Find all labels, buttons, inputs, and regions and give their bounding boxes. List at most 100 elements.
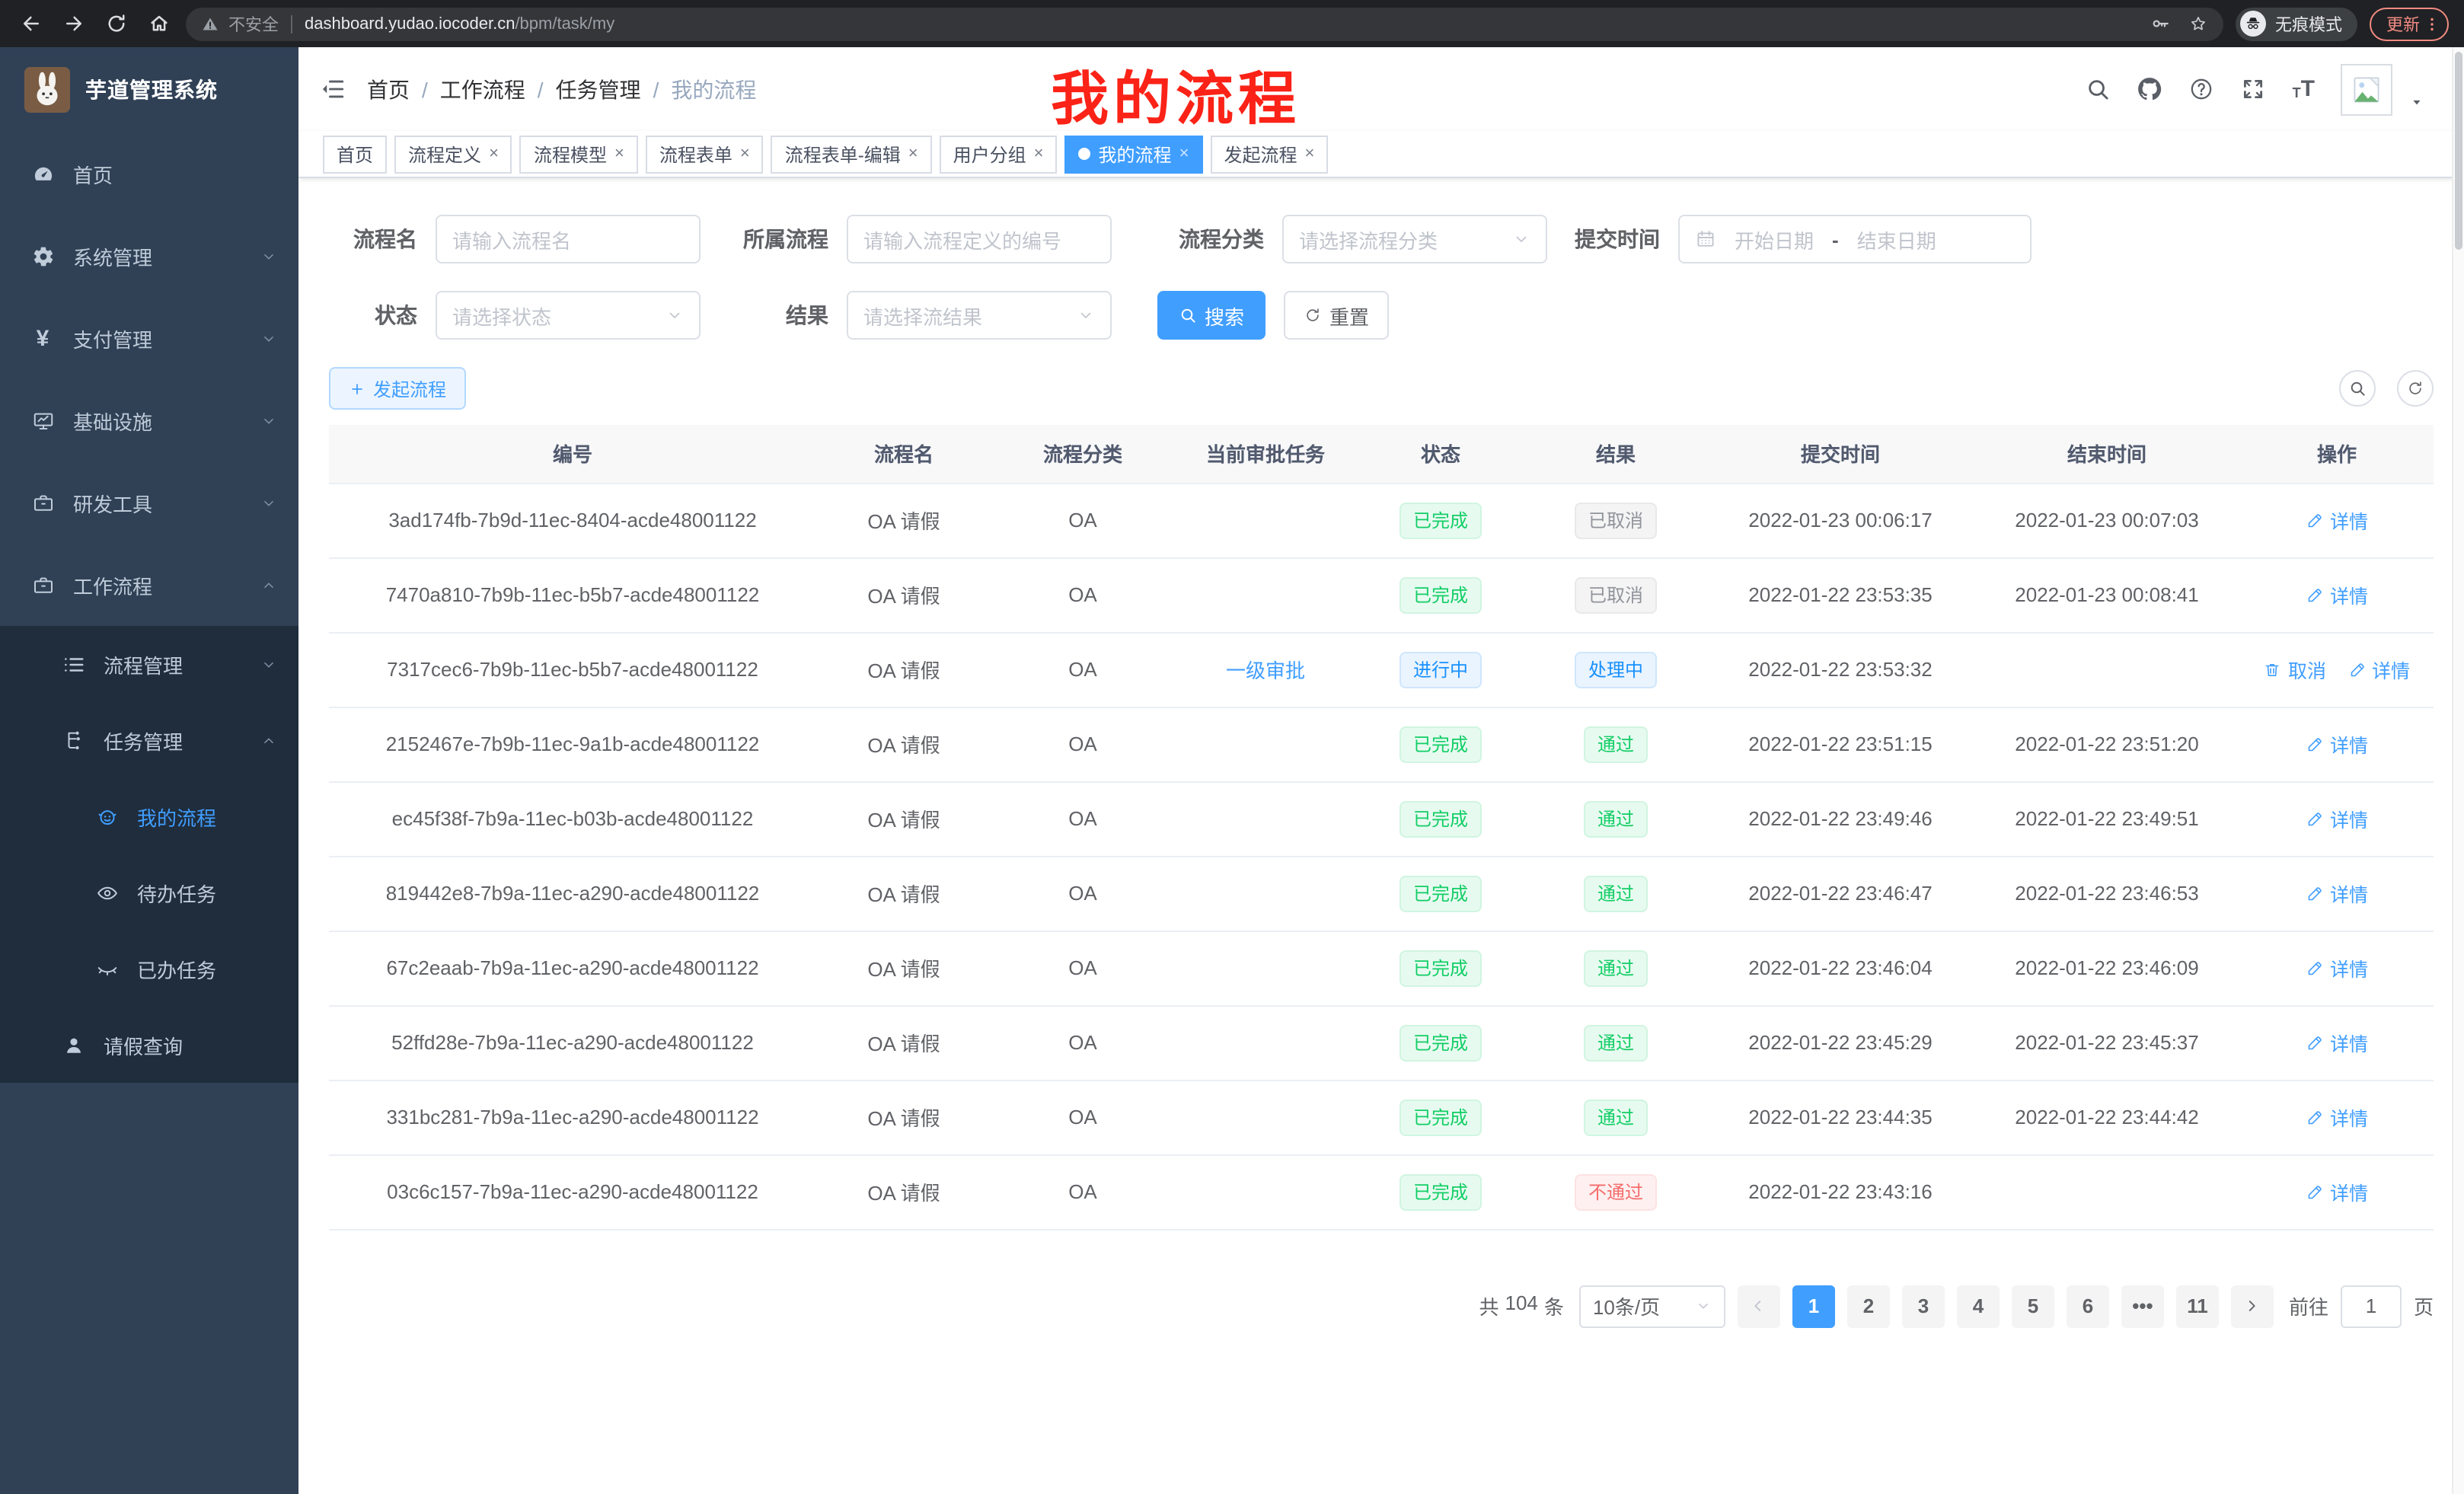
page-button-2[interactable]: 2 [1847,1285,1890,1327]
detail-action-link[interactable]: 详情 [2306,1177,2368,1206]
placeholder-text: 请输入流程定义的编号 [863,225,1095,254]
cancel-action-link[interactable]: 取消 [2264,655,2326,684]
tab-流程表单[interactable]: 流程表单× [646,135,764,173]
address-bar[interactable]: 不安全 dashboard.yudao.iocoder.cn/bpm/task/… [186,7,2223,40]
page-button-5[interactable]: 5 [2012,1285,2054,1327]
page-size-select[interactable]: 10条/页 [1579,1285,1725,1327]
select-input[interactable]: 请选择状态 [436,291,701,340]
tab-用户分组[interactable]: 用户分组× [940,135,1058,173]
close-icon[interactable]: × [1034,145,1044,163]
text-input[interactable]: 请输入流程名 [436,215,701,263]
detail-action-link[interactable]: 详情 [2306,580,2368,609]
page-button-1[interactable]: 1 [1792,1285,1835,1327]
back-icon[interactable] [15,8,46,39]
detail-action-link[interactable]: 详情 [2306,1103,2368,1132]
tab-label: 首页 [337,141,373,167]
reload-icon[interactable] [101,8,131,39]
hamburger-icon[interactable] [320,76,346,102]
page-button-4[interactable]: 4 [1957,1285,2000,1327]
next-page-button[interactable] [2231,1285,2274,1327]
sidebar-item-dev-tools[interactable]: 研发工具 [0,461,298,544]
breadcrumb: 首页/工作流程/任务管理/我的流程 [367,74,756,104]
detail-action-link[interactable]: 详情 [2306,879,2368,908]
search-button[interactable]: 搜索 [1157,291,1266,340]
star-icon[interactable] [2188,14,2208,34]
pagination-total: 共 104 条 [1479,1291,1563,1320]
sidebar-item-workflow[interactable]: 工作流程 [0,544,298,626]
app-logo[interactable]: 芋道管理系统 [0,47,298,132]
sidebar-item-payment-management[interactable]: ¥支付管理 [0,297,298,379]
cell-category: OA [991,1080,1174,1154]
sidebar-item-my-processes[interactable]: 我的流程 [0,778,298,854]
detail-action-label: 详情 [2330,580,2368,609]
update-button[interactable]: 更新 [2370,7,2449,40]
breadcrumb-separator: / [422,77,428,101]
task-link[interactable]: 一级审批 [1226,659,1305,682]
status-badge: 通过 [1584,1099,1648,1135]
search-button-label: 搜索 [1205,301,1244,330]
cell-end-time: 2022-01-22 23:46:09 [1974,931,2240,1005]
close-icon[interactable]: × [614,145,624,163]
key-icon[interactable] [2150,14,2170,34]
daterange-input[interactable]: 开始日期-结束日期 [1678,215,2032,263]
table-refresh-button[interactable] [2397,370,2434,407]
close-icon[interactable]: × [1304,145,1314,163]
close-icon[interactable]: × [908,145,918,163]
detail-action-link[interactable]: 详情 [2306,506,2368,535]
detail-action-link[interactable]: 详情 [2306,1028,2368,1057]
goto-suffix: 页 [2414,1291,2434,1320]
text-input[interactable]: 请输入流程定义的编号 [847,215,1112,263]
reset-button[interactable]: 重置 [1284,291,1389,340]
github-icon[interactable] [2137,76,2163,102]
page-ellipsis[interactable]: ••• [2121,1285,2164,1327]
page-button-3[interactable]: 3 [1902,1285,1945,1327]
tab-流程模型[interactable]: 流程模型× [520,135,638,173]
select-input[interactable]: 请选择流程分类 [1282,215,1547,263]
goto-page-input[interactable] [2341,1285,2402,1327]
page-button-11[interactable]: 11 [2176,1285,2219,1327]
url-text[interactable]: dashboard.yudao.iocoder.cn/bpm/task/my [305,14,614,33]
scrollbar-thumb[interactable] [2455,52,2462,250]
avatar[interactable] [2341,63,2392,115]
caret-down-icon[interactable] [2409,94,2424,109]
detail-action-link[interactable]: 详情 [2306,953,2368,982]
breadcrumb-item[interactable]: 任务管理 [556,74,641,104]
security-label[interactable]: 不安全 [228,11,279,36]
sidebar-item-home[interactable]: 首页 [0,132,298,215]
tab-流程表单-编辑[interactable]: 流程表单-编辑× [771,135,932,173]
page-button-6[interactable]: 6 [2067,1285,2109,1327]
help-icon[interactable] [2189,76,2215,102]
sidebar-item-todo-tasks[interactable]: 待办任务 [0,854,298,931]
create-process-button[interactable]: 发起流程 [329,367,466,410]
sidebar-item-process-management[interactable]: 流程管理 [0,626,298,702]
breadcrumb-item[interactable]: 首页 [367,74,410,104]
table-search-button[interactable] [2339,370,2376,407]
detail-action-link[interactable]: 详情 [2348,655,2410,684]
forward-icon[interactable] [58,8,88,39]
close-icon[interactable]: × [1179,145,1189,163]
fontsize-icon[interactable]: TT [2293,78,2315,101]
edit-icon [2306,884,2324,902]
close-icon[interactable]: × [489,145,499,163]
sidebar-item-leave-query[interactable]: 请假查询 [0,1007,298,1083]
tab-首页[interactable]: 首页 [323,135,387,173]
detail-action-link[interactable]: 详情 [2306,729,2368,758]
menu-dots-icon[interactable] [2423,14,2441,33]
close-icon[interactable]: × [740,145,750,163]
tab-我的流程[interactable]: 我的流程× [1065,135,1203,173]
browser-scrollbar[interactable] [2452,47,2464,1494]
prev-page-button[interactable] [1738,1285,1780,1327]
select-input[interactable]: 请选择流结果 [847,291,1112,340]
cell-current-task [1174,557,1357,632]
home-icon[interactable] [143,8,174,39]
detail-action-link[interactable]: 详情 [2306,804,2368,833]
sidebar-item-system-management[interactable]: 系统管理 [0,215,298,297]
fullscreen-icon[interactable] [2241,76,2267,102]
tab-发起流程[interactable]: 发起流程× [1210,135,1328,173]
sidebar-item-task-management[interactable]: 任务管理 [0,702,298,778]
sidebar-item-done-tasks[interactable]: 已办任务 [0,931,298,1007]
tab-流程定义[interactable]: 流程定义× [394,135,512,173]
search-icon[interactable] [2086,76,2111,102]
breadcrumb-item[interactable]: 工作流程 [440,74,525,104]
sidebar-item-infrastructure[interactable]: 基础设施 [0,379,298,461]
